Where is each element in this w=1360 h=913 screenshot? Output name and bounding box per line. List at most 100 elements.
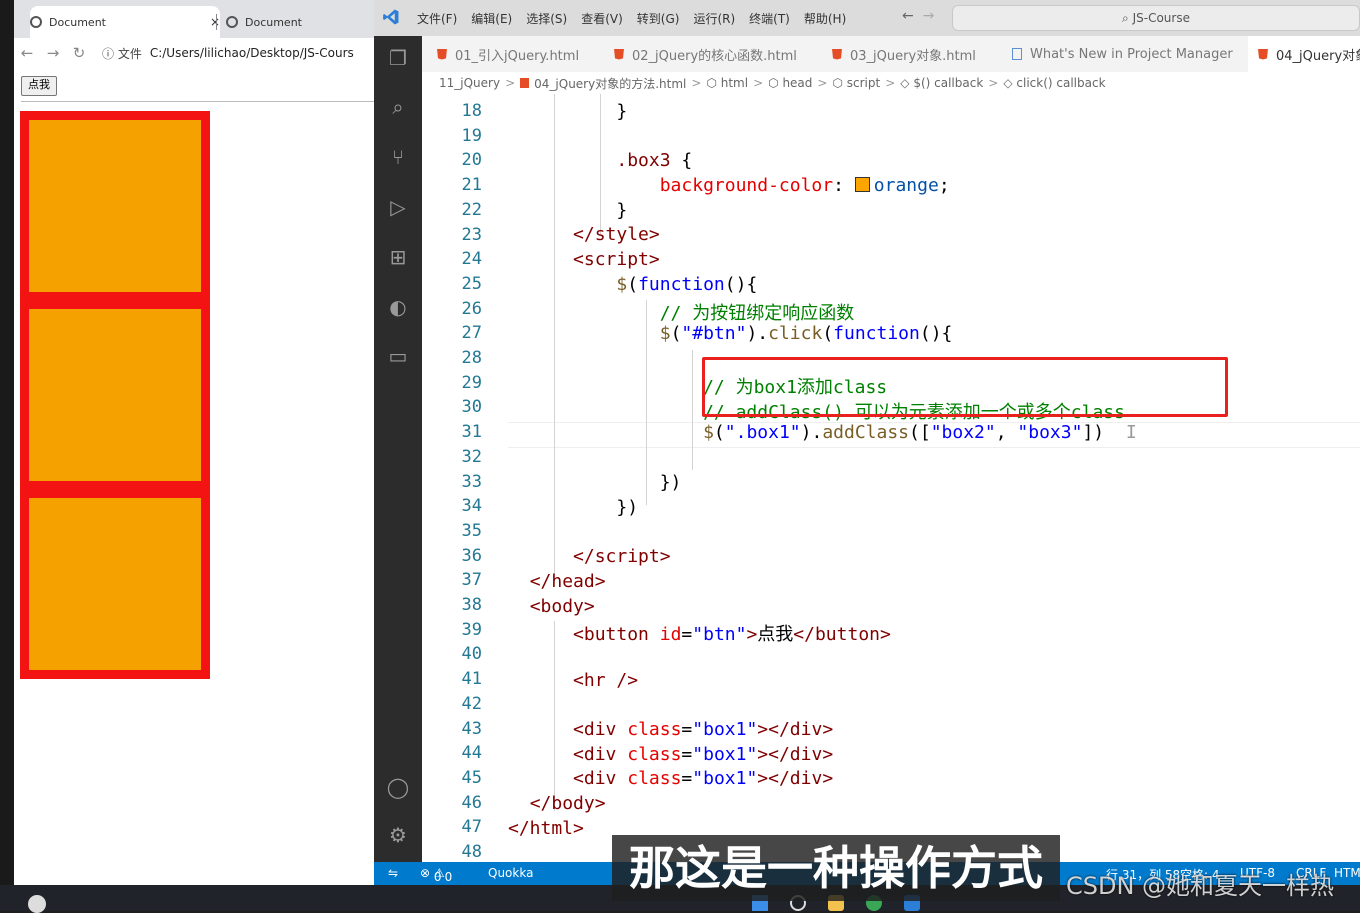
tab-03[interactable]: 03_jQuery对象.html (832, 36, 976, 72)
breadcrumb-html[interactable]: html (721, 76, 748, 90)
html5-icon (520, 78, 530, 88)
menu-bar: 文件(F) 编辑(E) 选择(S) 查看(V) 转到(G) 运行(R) 终端(T… (417, 0, 860, 36)
project-manager-icon[interactable]: ▭ (386, 344, 410, 368)
browser-tab-title: Document (245, 15, 302, 29)
code-line: } (616, 101, 628, 122)
tab-whats-new[interactable]: What's New in Project Manager (1012, 36, 1233, 72)
title-bar: 文件(F) 编辑(E) 选择(S) 查看(V) 转到(G) 运行(R) 终端(T… (374, 0, 1360, 36)
globe-icon (226, 16, 238, 28)
code-line-active: $(".box1").addClass(["box2", "box3"]) I (703, 422, 1137, 443)
forward-icon[interactable]: → (923, 8, 935, 24)
address-bar[interactable]: C:/Users/lilichao/Desktop/JS-Cours (150, 46, 354, 60)
reload-icon[interactable]: ↻ (66, 44, 92, 62)
tab-label: 02_jQuery的核心函数.html (632, 48, 797, 64)
html5-icon (1258, 48, 1268, 60)
menu-go[interactable]: 转到(G) (637, 10, 680, 27)
tab-label: 01_引入jQuery.html (455, 48, 580, 64)
horizontal-rule (21, 101, 374, 102)
line-number: 37 (461, 570, 482, 591)
line-number: 36 (461, 545, 482, 566)
breadcrumb-file[interactable]: 04_jQuery对象的方法.html (534, 75, 686, 92)
globe-icon (30, 16, 42, 28)
workspace-name: JS-Course (1132, 11, 1190, 25)
explorer-icon[interactable]: ❐ (386, 46, 410, 70)
color-swatch[interactable] (854, 177, 870, 192)
breadcrumb-script[interactable]: script (847, 76, 880, 90)
source-control-icon[interactable]: ⑂ (386, 145, 410, 169)
site-info-label: 文件 (117, 46, 142, 61)
line-number: 34 (461, 496, 482, 517)
tab-divider (216, 14, 217, 30)
close-icon[interactable]: × (210, 15, 220, 29)
box1-div (20, 489, 210, 679)
browser-tab-2[interactable]: Document (226, 6, 374, 38)
problems-indicator[interactable]: ⊗ 0 ⚠ 0 (420, 866, 452, 884)
code-line: }) (508, 497, 639, 518)
html5-icon (437, 48, 447, 60)
line-number: 25 (461, 273, 482, 294)
line-number: 35 (461, 520, 482, 541)
line-number: 31 (461, 422, 482, 443)
vscode-logo-icon (383, 9, 399, 25)
quokka-status[interactable]: Quokka (488, 866, 533, 880)
html5-icon (614, 48, 624, 60)
breadcrumb-callback[interactable]: $() callback (913, 76, 983, 90)
line-number: 29 (461, 372, 482, 393)
menu-terminal[interactable]: 终端(T) (749, 10, 790, 27)
line-number: 43 (461, 718, 482, 739)
edge-devtools-icon[interactable]: ◐ (386, 295, 410, 319)
breadcrumb-folder[interactable]: 11_jQuery (439, 76, 500, 90)
menu-run[interactable]: 运行(R) (693, 10, 735, 27)
warning-count: 0 (444, 870, 453, 884)
code-line: <hr /> (573, 670, 639, 691)
account-icon[interactable]: ◯ (386, 775, 410, 799)
function-icon: ◇ (900, 76, 914, 90)
extensions-icon[interactable]: ⊞ (386, 245, 410, 269)
annotation-highlight-box (702, 357, 1228, 417)
menu-view[interactable]: 查看(V) (581, 10, 623, 27)
remote-icon[interactable]: ⇋ (388, 866, 398, 880)
html5-icon (832, 48, 842, 60)
taskbar-app-icon[interactable] (28, 895, 46, 913)
video-subtitle: 那这是一种操作方式 (612, 835, 1060, 901)
tab-04-active[interactable]: 04_jQuery对象 (1248, 36, 1360, 72)
line-number: 27 (461, 323, 482, 344)
menu-file[interactable]: 文件(F) (417, 10, 457, 27)
line-number: 44 (461, 743, 482, 764)
forward-icon[interactable]: → (40, 44, 66, 62)
line-number: 48 (461, 842, 482, 862)
tab-02[interactable]: 02_jQuery的核心函数.html (614, 36, 797, 72)
tab-01[interactable]: 01_引入jQuery.html (437, 36, 579, 72)
document-icon (1012, 48, 1022, 60)
menu-edit[interactable]: 编辑(E) (471, 10, 512, 27)
code-line: <div class="box1"></div> (573, 719, 834, 740)
gear-icon[interactable]: ⚙ (386, 823, 410, 847)
line-number: 23 (461, 224, 482, 245)
code-editor[interactable]: 18 19 20 21 22 23 24 25 26 27 28 29 30 31 32 33 34 35 36 37… (422, 94, 1360, 862)
code-line: </head> (529, 571, 606, 592)
run-debug-icon[interactable]: ▷ (386, 195, 410, 219)
breadcrumb: 11_jQuery > 04_jQuery对象的方法.html > ⬡ html > … (422, 72, 1360, 94)
code-line: .box3 { (616, 150, 693, 171)
breadcrumb-click-callback[interactable]: click() callback (1016, 76, 1105, 90)
line-number: 20 (461, 150, 482, 171)
language-mode[interactable]: HTML (1334, 866, 1360, 880)
back-icon[interactable]: ← (902, 8, 914, 24)
browser-window: Document × Document ← → ↻ ⓘ 文件 C:/Users/… (14, 0, 374, 885)
back-icon[interactable]: ← (14, 44, 40, 62)
breadcrumb-head[interactable]: head (782, 76, 812, 90)
browser-tab-title: Document (49, 15, 106, 29)
info-icon[interactable]: ⓘ 文件 (102, 45, 142, 62)
menu-help[interactable]: 帮助(H) (804, 10, 846, 27)
command-center-search[interactable]: ⌕ JS-Course (952, 5, 1360, 31)
click-me-button[interactable]: 点我 (21, 76, 57, 96)
code-line: <body> (529, 596, 595, 617)
search-icon[interactable]: ⌕ (386, 95, 410, 119)
code-line: </script> (573, 546, 671, 567)
menu-selection[interactable]: 选择(S) (526, 10, 567, 27)
browser-tab-1[interactable]: Document × (30, 6, 220, 38)
code-line: background-color: orange; (659, 175, 950, 196)
element-icon: ⬡ (832, 76, 847, 90)
code-line: // 为按钮绑定响应函数 (659, 303, 855, 324)
line-number: 18 (461, 101, 482, 121)
